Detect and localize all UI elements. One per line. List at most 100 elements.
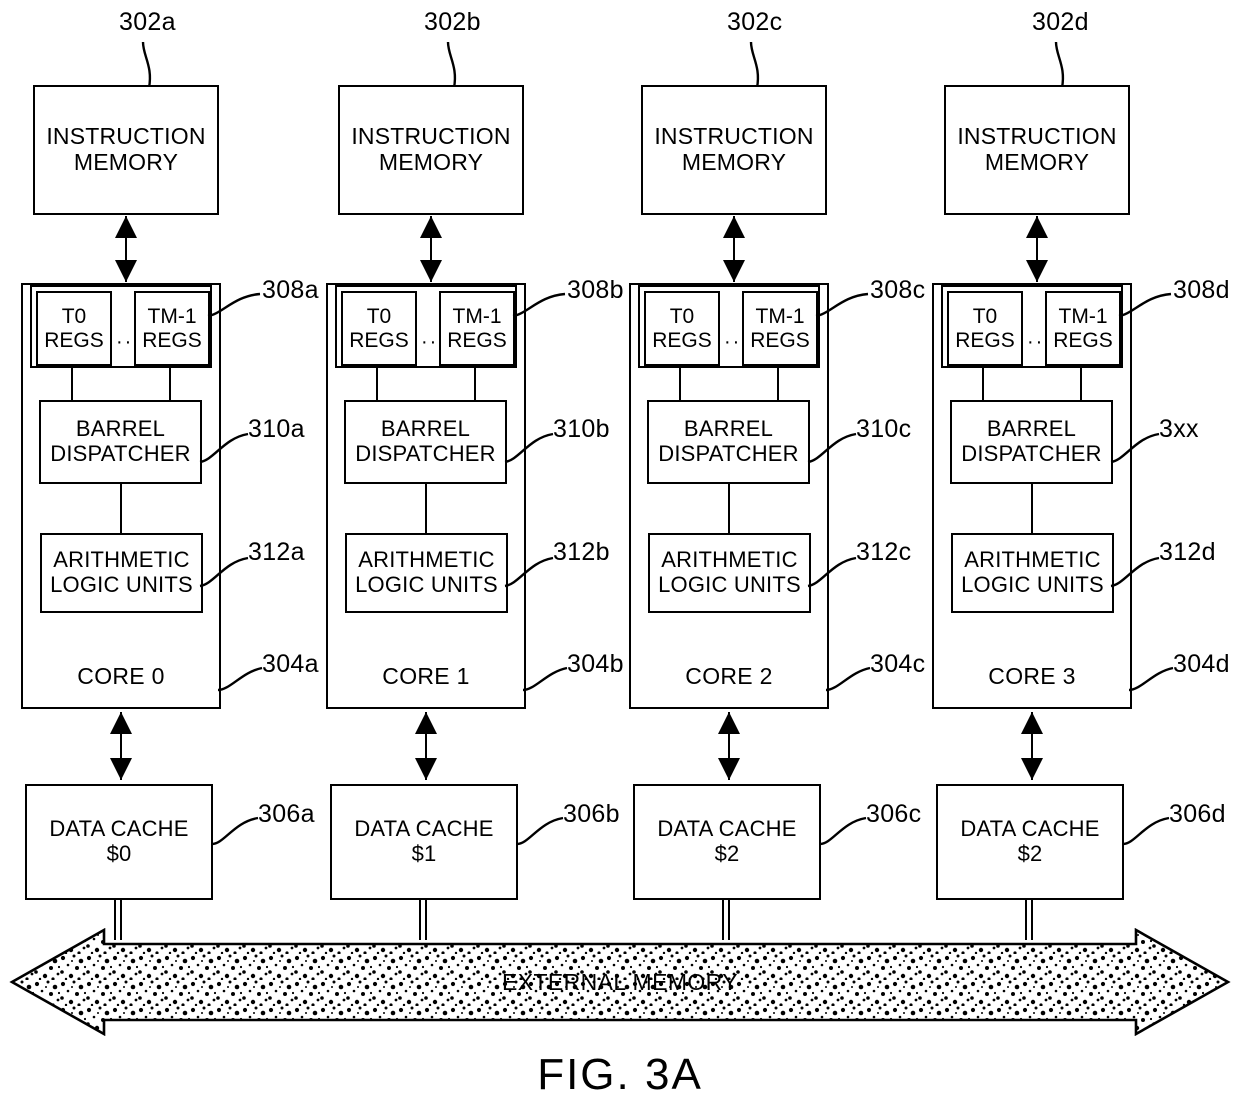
imem-core-bidirectional-arrow-3 xyxy=(1026,216,1048,282)
reg-last-line2: REGS xyxy=(142,328,202,352)
data-cache-block-2: DATA CACHE $2 xyxy=(633,784,821,900)
reg-last-line2: REGS xyxy=(1053,328,1113,352)
core-label-1: CORE 1 xyxy=(382,663,470,689)
reg-first-line1: T0 xyxy=(366,305,392,329)
instruction-memory-line2: MEMORY xyxy=(984,149,1090,175)
dispatcher-line2: DISPATCHER xyxy=(961,441,1102,466)
leader-line-310b xyxy=(504,432,554,464)
reference-number-312c: 312c xyxy=(856,538,912,566)
leader-line-304c xyxy=(825,666,871,692)
dispatcher-alu-connector-3 xyxy=(1031,484,1033,533)
data-cache-line1: DATA CACHE xyxy=(657,816,797,842)
thread-register-file-first-0: T0 REGS xyxy=(36,291,112,366)
alu-line1: ARITHMETIC xyxy=(53,547,190,573)
barrel-dispatcher-block-2: BARREL DISPATCHER xyxy=(647,400,810,484)
reference-number-302a: 302a xyxy=(119,8,176,36)
dispatcher-alu-connector-1 xyxy=(425,484,427,533)
reference-number-310b: 310b xyxy=(553,415,610,443)
reference-number-306b: 306b xyxy=(563,800,620,828)
leader-line-306b xyxy=(516,816,564,846)
arithmetic-logic-units-block-3: ARITHMETIC LOGIC UNITS xyxy=(951,533,1114,613)
core-label-0: CORE 0 xyxy=(77,663,165,689)
core-label-3: CORE 3 xyxy=(988,663,1076,689)
data-cache-line2: $2 xyxy=(1017,841,1043,866)
alu-line2: LOGIC UNITS xyxy=(355,572,498,597)
dispatcher-line2: DISPATCHER xyxy=(355,441,496,466)
leader-line-304a xyxy=(217,666,263,692)
leader-line-306a xyxy=(211,816,259,846)
leader-line-308c xyxy=(815,292,869,318)
figure-caption: FIG. 3A xyxy=(537,1050,703,1099)
dispatcher-line2: DISPATCHER xyxy=(50,441,191,466)
reference-number-3xx: 3xx xyxy=(1159,415,1199,443)
reference-number-302c: 302c xyxy=(727,8,783,36)
reference-number-310a: 310a xyxy=(248,415,305,443)
reference-number-304d: 304d xyxy=(1173,650,1230,678)
reg-last-stem-1 xyxy=(474,368,476,401)
reference-number-312b: 312b xyxy=(553,538,610,566)
thread-registers-group-1: T0 REGS ··· TM-1 REGS xyxy=(335,285,517,368)
reg-last-line2: REGS xyxy=(447,328,507,352)
data-cache-line1: DATA CACHE xyxy=(49,816,189,842)
core-cache-bidirectional-arrow-2 xyxy=(718,712,740,780)
thread-register-file-last-3: TM-1 REGS xyxy=(1045,291,1121,366)
external-memory-label: EXTERNAL MEMORY xyxy=(501,968,739,995)
arithmetic-logic-units-block-1: ARITHMETIC LOGIC UNITS xyxy=(345,533,508,613)
reference-number-312d: 312d xyxy=(1159,538,1216,566)
data-cache-line1: DATA CACHE xyxy=(354,816,494,842)
barrel-dispatcher-block-1: BARREL DISPATCHER xyxy=(344,400,507,484)
barrel-dispatcher-block-0: BARREL DISPATCHER xyxy=(39,400,202,484)
instruction-memory-block-3: INSTRUCTION MEMORY xyxy=(944,85,1130,215)
reg-first-line2: REGS xyxy=(955,328,1015,352)
data-cache-block-0: DATA CACHE $0 xyxy=(25,784,213,900)
dispatcher-alu-connector-2 xyxy=(728,484,730,533)
reference-number-308a: 308a xyxy=(262,276,319,304)
reg-first-stem-1 xyxy=(376,368,378,401)
reg-first-line2: REGS xyxy=(44,328,104,352)
leader-line-310c xyxy=(807,432,857,464)
reg-first-line2: REGS xyxy=(349,328,409,352)
reference-number-304a: 304a xyxy=(262,650,319,678)
reference-number-308b: 308b xyxy=(567,276,624,304)
thread-register-file-last-2: TM-1 REGS xyxy=(742,291,818,366)
alu-line1: ARITHMETIC xyxy=(358,547,495,573)
reference-number-308d: 308d xyxy=(1173,276,1230,304)
reg-last-line2: REGS xyxy=(750,328,810,352)
external-memory-bus: EXTERNAL MEMORY xyxy=(8,928,1232,1036)
core-cache-bidirectional-arrow-3 xyxy=(1021,712,1043,780)
reg-last-stem-3 xyxy=(1080,368,1082,401)
reg-first-stem-2 xyxy=(679,368,681,401)
figure-canvas: 302a INSTRUCTION MEMORY CORE 0 304a T0 R… xyxy=(0,0,1240,1109)
reference-number-306a: 306a xyxy=(258,800,315,828)
imem-core-bidirectional-arrow-1 xyxy=(420,216,442,282)
leader-line-312c xyxy=(807,556,857,588)
leader-line-308b xyxy=(512,292,566,318)
dispatcher-line2: DISPATCHER xyxy=(658,441,799,466)
reg-last-line1: TM-1 xyxy=(1058,305,1108,329)
alu-line2: LOGIC UNITS xyxy=(658,572,801,597)
core-label-2: CORE 2 xyxy=(685,663,773,689)
reference-number-306c: 306c xyxy=(866,800,922,828)
thread-registers-group-2: T0 REGS ··· TM-1 REGS xyxy=(638,285,820,368)
data-cache-line2: $2 xyxy=(714,841,740,866)
dispatcher-line1: BARREL xyxy=(683,416,774,442)
leader-line-308d xyxy=(1118,292,1172,318)
reg-first-stem-0 xyxy=(71,368,73,401)
instruction-memory-line1: INSTRUCTION xyxy=(957,123,1117,150)
alu-line1: ARITHMETIC xyxy=(964,547,1101,573)
instruction-memory-line1: INSTRUCTION xyxy=(654,123,814,150)
reference-number-308c: 308c xyxy=(870,276,926,304)
instruction-memory-block-0: INSTRUCTION MEMORY xyxy=(33,85,219,215)
leader-line-312d xyxy=(1110,556,1160,588)
leader-line-310a xyxy=(199,432,249,464)
alu-line2: LOGIC UNITS xyxy=(50,572,193,597)
thread-register-file-first-3: T0 REGS xyxy=(947,291,1023,366)
reg-last-line1: TM-1 xyxy=(147,305,197,329)
imem-core-bidirectional-arrow-2 xyxy=(723,216,745,282)
data-cache-block-3: DATA CACHE $2 xyxy=(936,784,1124,900)
leader-line-312b xyxy=(504,556,554,588)
thread-register-file-last-0: TM-1 REGS xyxy=(134,291,210,366)
data-cache-line2: $1 xyxy=(411,841,437,866)
instruction-memory-line1: INSTRUCTION xyxy=(46,123,206,150)
alu-line2: LOGIC UNITS xyxy=(961,572,1104,597)
